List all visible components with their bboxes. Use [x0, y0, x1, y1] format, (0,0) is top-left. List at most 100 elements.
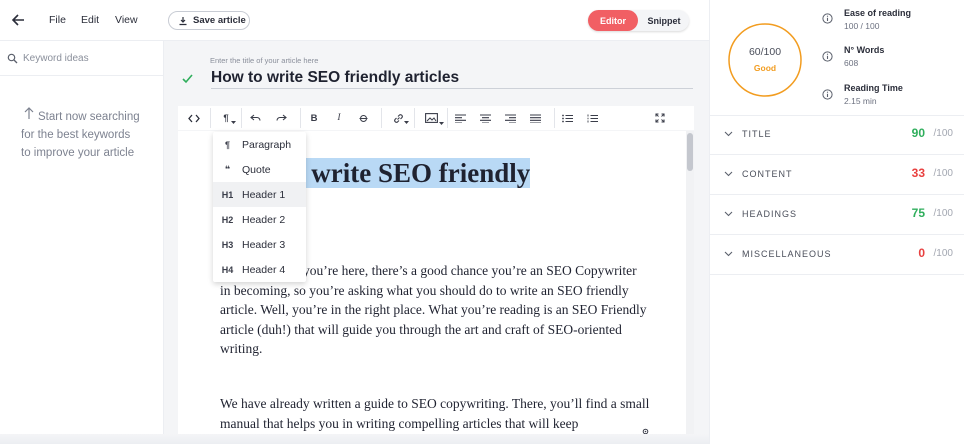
save-article-label: Save article	[193, 15, 246, 26]
chevron-down-icon	[724, 171, 733, 177]
keyword-search-placeholder[interactable]: Keyword ideas	[23, 53, 89, 64]
editor-tab[interactable]: Editor	[588, 10, 638, 31]
align-center-icon	[480, 113, 491, 123]
format-option-label: Header 2	[242, 213, 286, 226]
category-max: /100	[933, 248, 953, 259]
chevron-down-icon	[724, 251, 733, 257]
format-option-label: Header 3	[242, 238, 286, 251]
mode-toggle[interactable]: Editor Snippet	[588, 10, 689, 31]
image-icon	[424, 113, 438, 123]
bold-icon: B	[310, 112, 318, 124]
link-button[interactable]	[382, 106, 414, 130]
redo-icon	[275, 114, 287, 121]
article-heading-line1: o write SEO friendly	[291, 158, 531, 189]
format-option-paragraph[interactable]: ¶ Paragraph	[213, 132, 306, 157]
score-label: Good	[753, 63, 777, 73]
bold-button[interactable]: B	[301, 106, 327, 130]
category-score: 90	[911, 126, 925, 140]
align-justify-icon	[530, 113, 541, 123]
save-article-button[interactable]: Save article	[168, 11, 250, 30]
category-headings[interactable]: HEADINGS 75 /100	[710, 195, 964, 235]
paragraph-icon: ¶	[223, 112, 229, 124]
paragraph-format-button[interactable]: ¶	[211, 106, 241, 130]
format-option-header-2[interactable]: H2 Header 2	[213, 207, 306, 232]
info-icon[interactable]	[822, 51, 833, 62]
menu-edit[interactable]: Edit	[81, 14, 99, 26]
image-button[interactable]	[415, 106, 447, 130]
editor-toolbar: ¶ B I	[178, 106, 694, 130]
align-justify-button[interactable]	[523, 106, 548, 130]
align-right-button[interactable]	[498, 106, 523, 130]
category-name: HEADINGS	[742, 209, 798, 219]
category-name: CONTENT	[742, 169, 793, 179]
align-right-icon	[505, 113, 516, 123]
caret-down-icon	[439, 122, 444, 125]
italic-button[interactable]: I	[327, 106, 351, 130]
score-ring	[728, 23, 802, 97]
numbered-list-button[interactable]	[580, 106, 605, 130]
article-heading-text: o write SEO friendly	[291, 158, 531, 188]
seo-score-panel: 60/100 Good Ease of reading 100 / 100 N°…	[709, 0, 964, 444]
format-option-header-4[interactable]: H4 Header 4	[213, 257, 306, 282]
h3-icon: H3	[221, 239, 234, 250]
editor-scrollbar-thumb[interactable]	[687, 133, 693, 171]
editor-scrollbar[interactable]	[686, 131, 694, 434]
chevron-down-icon	[724, 131, 733, 137]
redo-button[interactable]	[268, 106, 294, 130]
fullscreen-button[interactable]	[605, 106, 673, 130]
h1-icon: H1	[221, 189, 234, 200]
stat-label-words: N° Words	[844, 45, 885, 55]
category-miscellaneous[interactable]: MISCELLANEOUS 0 /100	[710, 235, 964, 275]
back-arrow-icon[interactable]	[9, 10, 29, 30]
quote-icon: ❝	[224, 164, 231, 174]
strikethrough-button[interactable]	[351, 106, 375, 130]
category-score: 33	[911, 166, 925, 180]
info-icon[interactable]	[822, 89, 833, 100]
code-icon	[188, 114, 200, 122]
download-icon	[179, 16, 187, 25]
align-left-icon	[455, 113, 466, 123]
category-title[interactable]: TITLE 90 /100	[710, 115, 964, 155]
article-paragraph-2: We have already written a guide to SEO c…	[220, 396, 650, 431]
article-title-input[interactable]: How to write SEO friendly articles	[211, 69, 693, 89]
bottom-edge	[0, 434, 709, 444]
link-icon	[393, 113, 403, 123]
code-view-button[interactable]	[178, 106, 210, 130]
menu-file[interactable]: File	[49, 14, 66, 26]
stat-value-ease: 100 / 100	[844, 21, 880, 31]
top-bar: File Edit View Save article Editor Snipp…	[0, 0, 709, 41]
format-option-quote[interactable]: ❝ Quote	[213, 157, 306, 182]
snippet-tab[interactable]: Snippet	[640, 10, 688, 31]
caret-down-icon	[404, 121, 409, 124]
info-icon[interactable]	[822, 13, 833, 24]
format-option-header-1[interactable]: H1 Header 1	[213, 182, 306, 207]
h2-icon: H2	[221, 214, 234, 225]
keyword-search[interactable]: Keyword ideas	[0, 41, 164, 76]
align-center-button[interactable]	[473, 106, 498, 130]
undo-icon	[249, 114, 261, 121]
stat-label-ease: Ease of reading	[844, 8, 912, 18]
strikethrough-icon	[359, 114, 367, 122]
undo-button[interactable]	[242, 106, 268, 130]
category-max: /100	[933, 168, 953, 179]
category-content[interactable]: CONTENT 33 /100	[710, 155, 964, 195]
menu-view[interactable]: View	[115, 14, 138, 26]
keyword-empty-message: Start now searching for the best keyword…	[21, 111, 140, 159]
category-name: MISCELLANEOUS	[742, 249, 832, 259]
title-hint: Enter the title of your article here	[210, 56, 319, 65]
format-option-header-3[interactable]: H3 Header 3	[213, 232, 306, 257]
search-icon	[7, 53, 18, 64]
format-option-label: Header 4	[242, 263, 286, 276]
category-max: /100	[933, 208, 953, 219]
bullet-list-icon	[562, 114, 573, 122]
category-name: TITLE	[742, 129, 772, 139]
category-max: /100	[933, 128, 953, 139]
fullscreen-icon	[655, 113, 665, 123]
paragraph-icon: ¶	[224, 139, 230, 150]
italic-icon: I	[337, 113, 341, 123]
stat-label-reading-time: Reading Time	[844, 83, 903, 93]
category-score: 0	[918, 246, 925, 260]
align-left-button[interactable]	[448, 106, 473, 130]
bullet-list-button[interactable]	[555, 106, 580, 130]
stat-value-words: 608	[844, 58, 859, 68]
